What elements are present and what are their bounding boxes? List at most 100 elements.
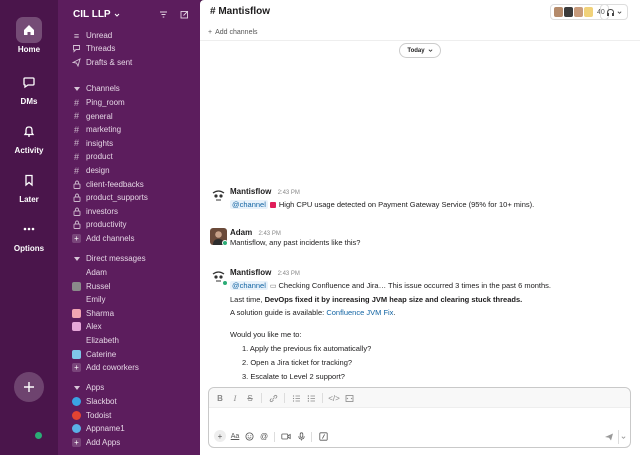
- sidebar-channel-marketing[interactable]: # marketing: [72, 123, 192, 136]
- sidebar-item-label: Emily: [86, 295, 106, 305]
- toolbar-separator: [322, 393, 323, 403]
- message-composer: B I S </> + Aa @: [208, 387, 631, 448]
- sidebar-item-label: Drafts & sent: [86, 58, 133, 67]
- sidebar-channel-productivity[interactable]: productivity: [72, 218, 192, 231]
- message-author[interactable]: Adam: [230, 228, 252, 237]
- ordered-list-icon: [292, 394, 300, 402]
- emoji-button[interactable]: [243, 430, 255, 442]
- sidebar-item-label: investors: [86, 206, 119, 216]
- sidebar-channel-design[interactable]: # design: [72, 164, 192, 177]
- rail-dms[interactable]: DMs: [0, 69, 58, 106]
- channel-mention[interactable]: @channel: [230, 281, 268, 290]
- sidebar-dm-sharma[interactable]: Sharma: [72, 307, 192, 320]
- message-author[interactable]: Mantisflow: [230, 187, 271, 196]
- add-coworkers-button[interactable]: + Add coworkers: [72, 361, 192, 374]
- message-timestamp[interactable]: 2:43 PM: [278, 190, 300, 196]
- message-timestamp[interactable]: 2:43 PM: [258, 231, 280, 237]
- schedule-send-button[interactable]: [618, 430, 628, 444]
- sidebar-channel-general[interactable]: # general: [72, 110, 192, 123]
- sidebar-channel-investors[interactable]: investors: [72, 205, 192, 218]
- send-button[interactable]: [602, 430, 616, 444]
- link-button[interactable]: [267, 392, 279, 404]
- channel-title-button[interactable]: # Mantisflow: [210, 6, 270, 17]
- sidebar-dm-elizabeth[interactable]: Elizabeth: [72, 334, 192, 347]
- add-channels-bookmark[interactable]: + Add channels: [208, 29, 258, 36]
- sidebar-item-label: Threads: [86, 44, 116, 53]
- rail-later[interactable]: Later: [0, 167, 58, 204]
- mention-button[interactable]: @: [258, 430, 270, 442]
- user-presence-indicator[interactable]: [35, 432, 42, 439]
- slash-command-icon: [318, 431, 328, 441]
- sidebar-item-label: Elizabeth: [86, 336, 119, 345]
- sidebar-dm-alex[interactable]: Alex: [72, 320, 192, 333]
- message-text: @channel ▭ Checking Confluence and Jira… T…: [230, 281, 625, 291]
- shortcuts-button[interactable]: [317, 430, 329, 442]
- rail-activity[interactable]: Activity: [0, 118, 58, 155]
- message-text: @channel High CPU usage detected on Payme…: [230, 200, 625, 209]
- confluence-link[interactable]: Confluence JVM Fix: [326, 308, 393, 317]
- rail-home[interactable]: Home: [0, 17, 58, 54]
- hash-icon: #: [73, 138, 79, 149]
- sidebar-item-label: Sharma: [86, 308, 115, 318]
- bold-icon: B: [217, 393, 223, 403]
- code-block-button[interactable]: [343, 392, 355, 404]
- app-icon: [72, 397, 81, 406]
- add-channels-button[interactable]: + Add channels: [72, 232, 192, 245]
- sidebar-channel-product[interactable]: # product: [72, 150, 192, 163]
- sidebar-item-label: Add channels: [86, 234, 135, 243]
- rail-options[interactable]: Options: [0, 216, 58, 253]
- italic-button[interactable]: I: [229, 392, 241, 404]
- strikethrough-button[interactable]: S: [244, 392, 256, 404]
- create-new-button[interactable]: [14, 372, 44, 402]
- sidebar-dm-russel[interactable]: Russel: [72, 280, 192, 293]
- sidebar-item-threads[interactable]: Threads: [72, 42, 192, 55]
- sidebar-dm-emily[interactable]: Emily: [72, 293, 192, 306]
- date-divider-label: Today: [407, 47, 425, 54]
- sidebar-channel-client-feedbacks[interactable]: client-feedbacks: [72, 178, 192, 191]
- huddle-button[interactable]: [600, 4, 628, 20]
- compose-button[interactable]: [178, 8, 190, 20]
- sidebar-channel-insights[interactable]: # insights: [72, 137, 192, 150]
- message-author[interactable]: Mantisflow: [230, 268, 271, 277]
- text-format-toggle[interactable]: Aa: [228, 430, 242, 442]
- bold-button[interactable]: B: [214, 392, 226, 404]
- mantisflow-bot-avatar[interactable]: [210, 187, 227, 204]
- channel-mention[interactable]: @channel: [230, 200, 268, 209]
- message-list-item: 3. Escalate to Level 2 support?: [242, 372, 345, 381]
- sidebar-dm-adam[interactable]: Adam: [72, 266, 192, 279]
- sidebar-item-unread[interactable]: ≡ Unread: [72, 29, 192, 42]
- code-button[interactable]: </>: [328, 392, 340, 404]
- add-apps-button[interactable]: + Add Apps: [72, 436, 192, 449]
- sidebar-item-label: Slackbot: [86, 397, 117, 406]
- workspace-switcher[interactable]: CIL LLP: [73, 9, 120, 20]
- attach-button[interactable]: +: [214, 430, 226, 442]
- sidebar-item-label: client-feedbacks: [86, 179, 144, 189]
- sidebar-item-label: productivity: [86, 220, 127, 230]
- plus-icon: +: [217, 431, 223, 441]
- text-format-icon: Aa: [230, 432, 240, 440]
- channel-header: # Mantisflow 40: [200, 0, 640, 24]
- message-timestamp[interactable]: 2:43 PM: [278, 271, 300, 277]
- message-body: High CPU usage detected on Payment Gatew…: [278, 200, 535, 209]
- sidebar-app-appname1[interactable]: Appname1: [72, 422, 192, 435]
- audio-clip-button[interactable]: [295, 430, 307, 442]
- channels-section-toggle[interactable]: Channels: [72, 82, 192, 95]
- dm-section-toggle[interactable]: Direct messages: [72, 252, 192, 265]
- toolbar-separator: [311, 432, 312, 442]
- video-clip-button[interactable]: [280, 430, 292, 442]
- sidebar-app-todoist[interactable]: Todoist: [72, 409, 192, 422]
- sidebar-item-drafts[interactable]: Drafts & sent: [72, 56, 192, 69]
- sidebar-channel-product-supports[interactable]: product_supports: [72, 191, 192, 204]
- date-divider-button[interactable]: Today: [399, 43, 441, 58]
- code-icon: </>: [328, 393, 340, 403]
- headphones-icon: [607, 8, 614, 16]
- sidebar-dm-caterine[interactable]: Caterine: [72, 348, 192, 361]
- message-input[interactable]: [214, 410, 624, 426]
- app-icon: [72, 410, 81, 420]
- filter-button[interactable]: [157, 8, 169, 20]
- bulleted-list-button[interactable]: [305, 392, 317, 404]
- apps-section-toggle[interactable]: Apps: [72, 381, 192, 394]
- ordered-list-button[interactable]: [290, 392, 302, 404]
- sidebar-app-slackbot[interactable]: Slackbot: [72, 395, 192, 408]
- sidebar-channel-ping-room[interactable]: # Ping_room: [72, 96, 192, 109]
